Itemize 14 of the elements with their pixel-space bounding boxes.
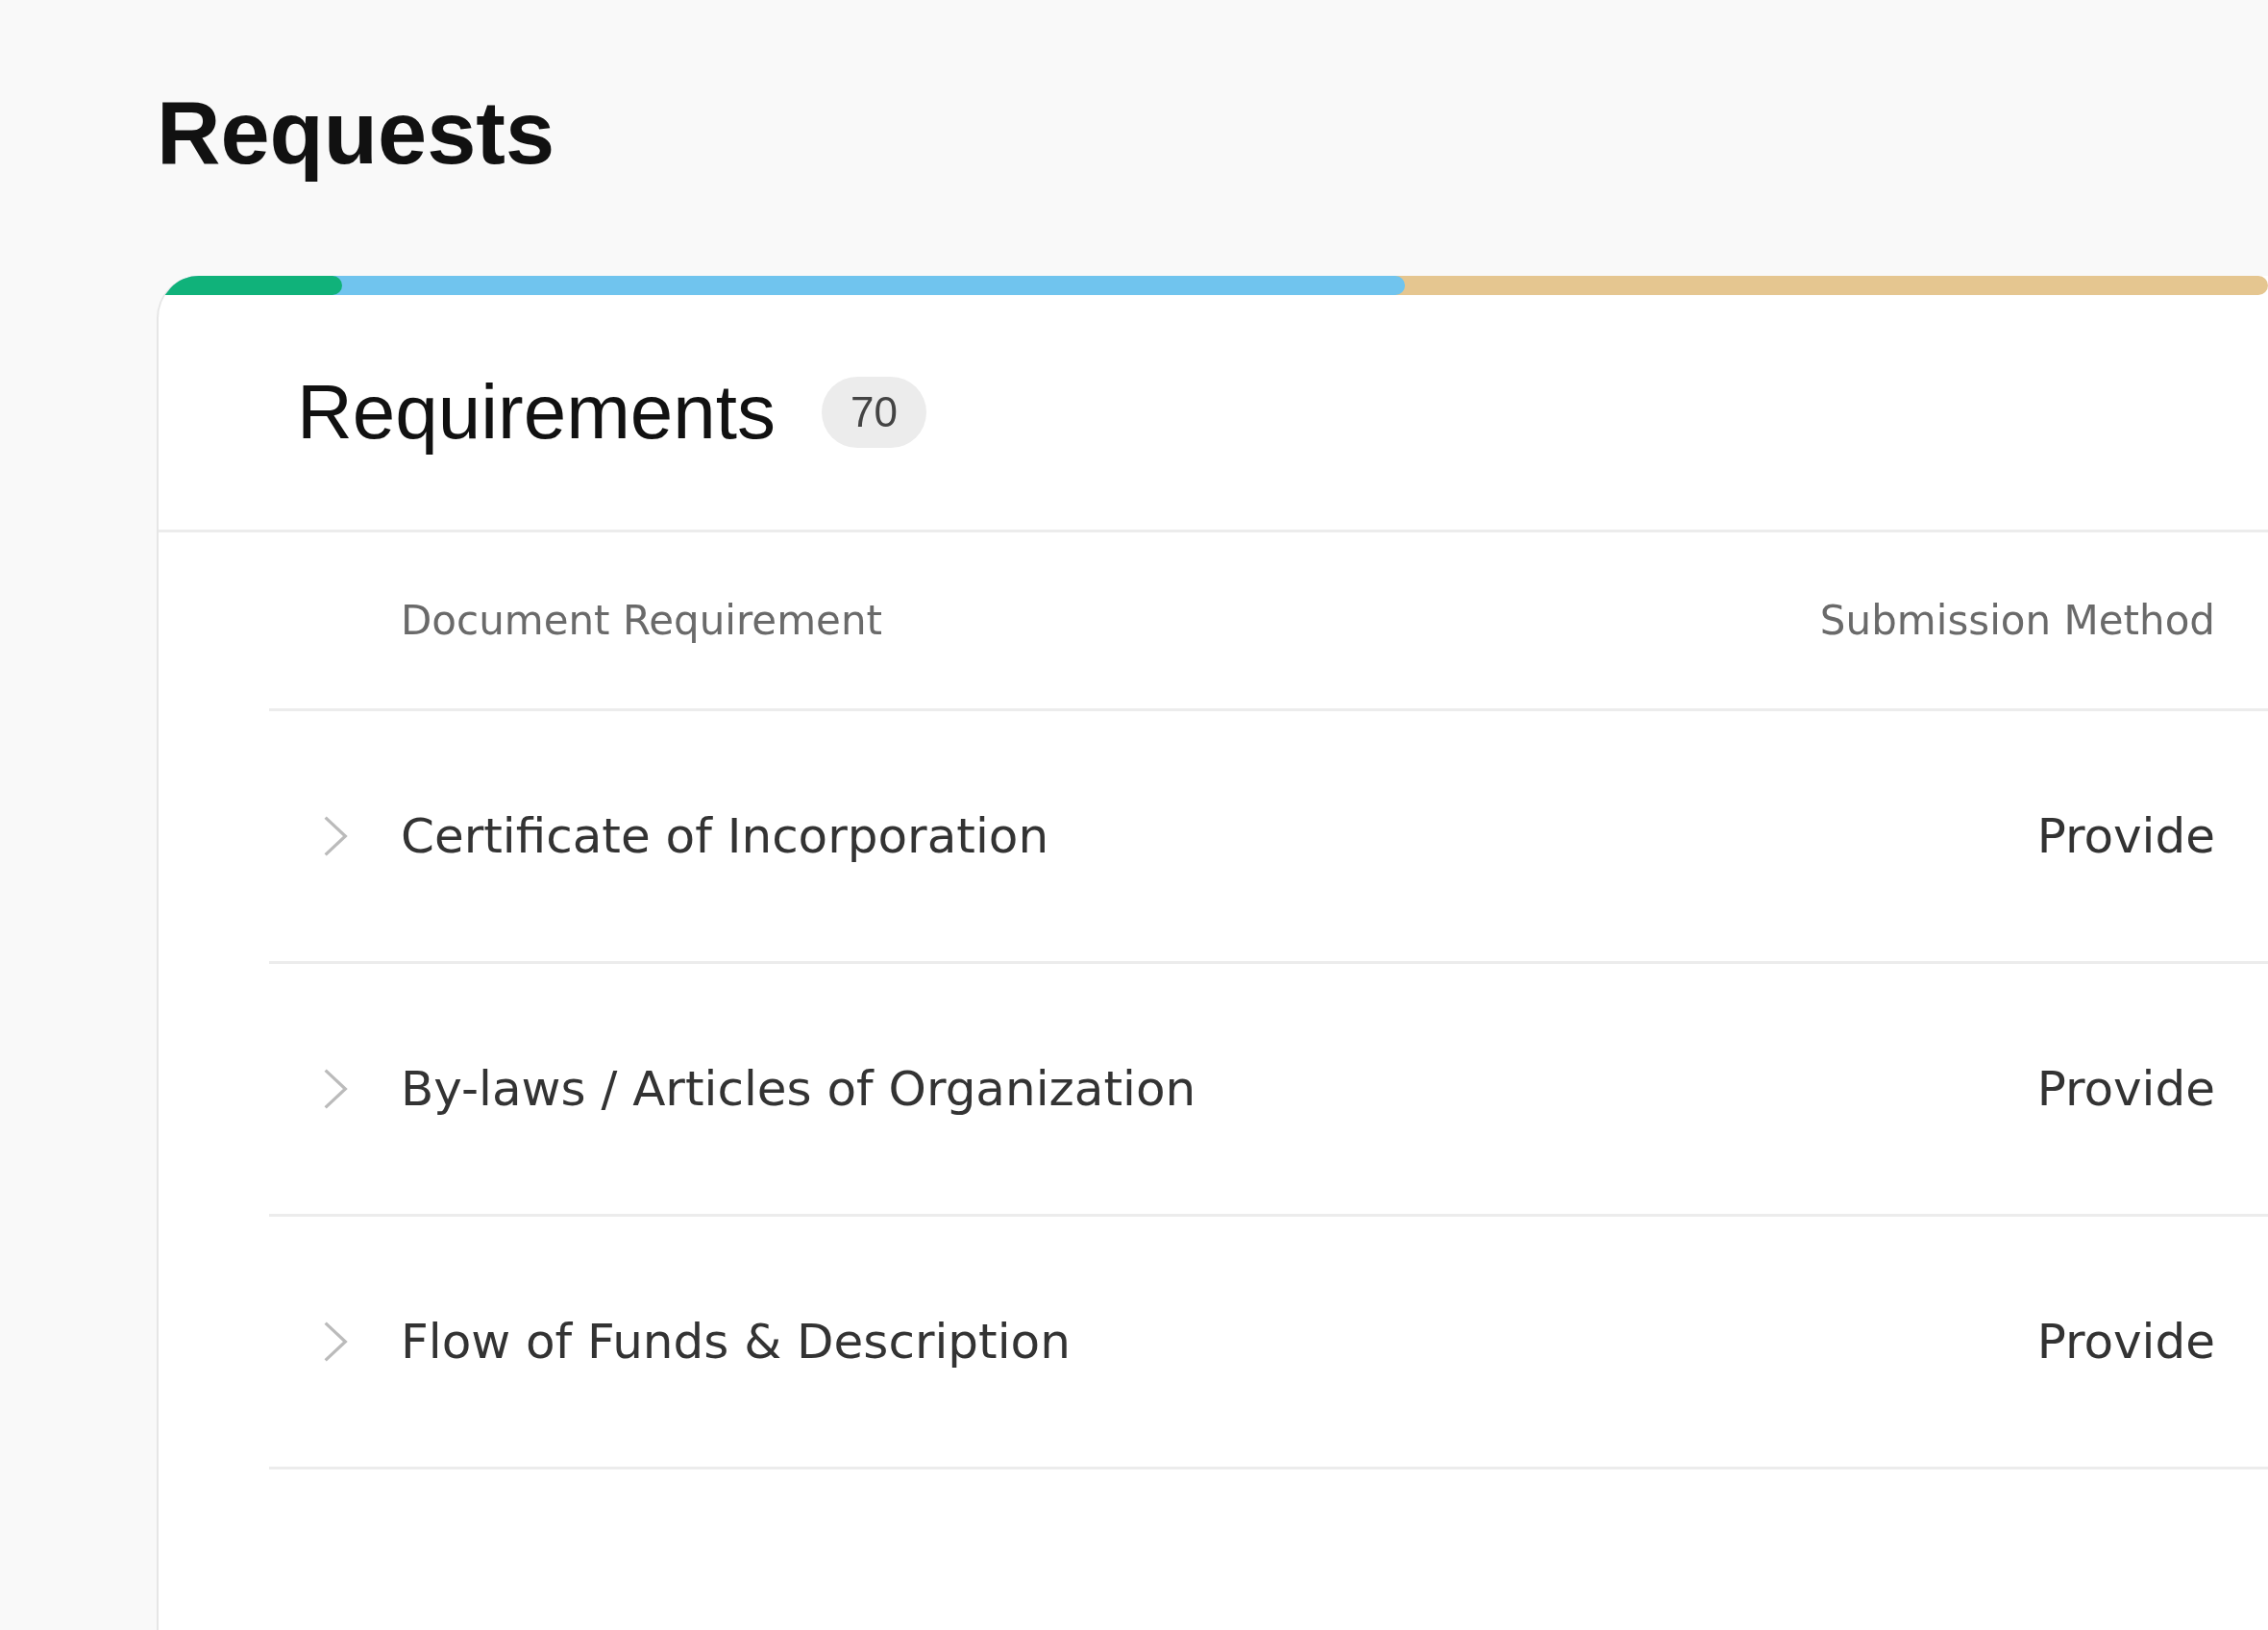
chevron-icon[interactable] xyxy=(322,1068,348,1110)
column-header: Submission Method xyxy=(1819,597,2216,644)
table-cell-text: Flow of Funds & Description xyxy=(401,1314,1072,1370)
column-header: Document Requirement xyxy=(401,597,884,644)
table-cell-text: Provide xyxy=(2036,808,2216,864)
chevron-icon[interactable] xyxy=(322,815,348,857)
table-cell-text: Provide xyxy=(2036,1314,2216,1370)
table-cell-text: By-laws / Articles of Organization xyxy=(401,1061,1197,1117)
table-cell-text: Certificate of Incorporation xyxy=(401,808,1050,864)
chevron-icon[interactable] xyxy=(322,1321,348,1363)
section-title: Requirements xyxy=(297,368,776,457)
count-badge: 70 xyxy=(822,377,926,448)
table-cell-text: Provide xyxy=(2036,1061,2216,1117)
page-title: Requests xyxy=(157,83,556,184)
